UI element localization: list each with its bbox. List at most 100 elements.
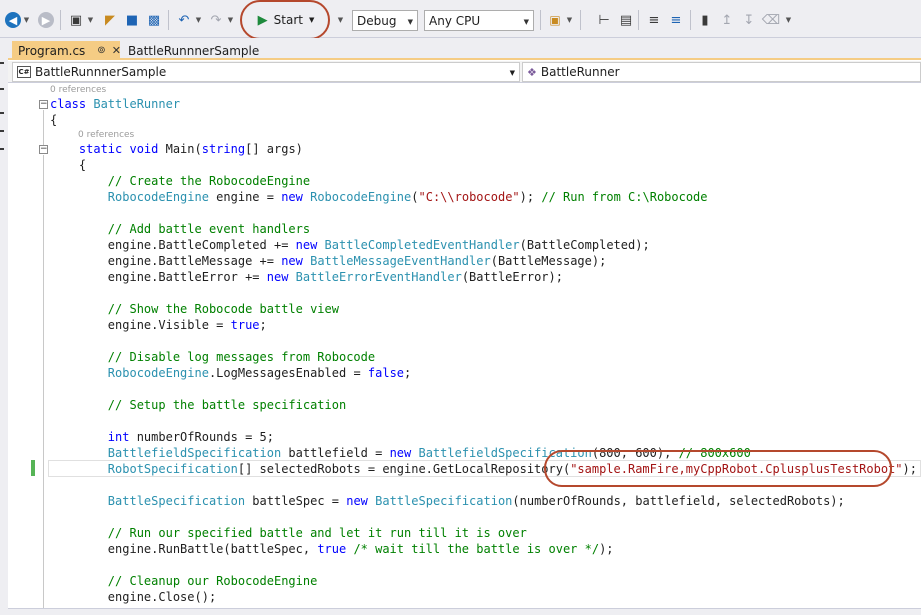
code-token: BattleSpecification — [50, 494, 246, 508]
code-token: BattleErrorEventHandler — [295, 270, 462, 284]
code-line: // Add battle event handlers — [50, 221, 310, 237]
new-project-icon[interactable]: ▣ — [66, 9, 86, 31]
code-line: engine.Visible = true; — [50, 317, 267, 333]
collapse-icon[interactable]: − — [39, 100, 48, 109]
open-file-icon[interactable]: ◤ — [100, 9, 120, 31]
format-icon[interactable]: ▤ — [616, 9, 636, 31]
code-token: // Disable log messages from Robocode — [50, 350, 376, 364]
code-token: // Setup the battle specification — [50, 398, 347, 412]
code-token: engine.BattleCompleted += — [50, 238, 296, 252]
main-toolbar: ◀ ▼ ▶ ▣ ▼ ◤ ■ ▩ ↶ ▼ ↷ ▼ ▶ Start ▼ ▼ Debu… — [0, 0, 921, 40]
code-token: // Show the Robocode battle view — [50, 302, 339, 316]
code-token: { — [50, 158, 87, 172]
tab-label: Program.cs — [18, 43, 86, 58]
code-line: // Show the Robocode battle view — [50, 301, 339, 317]
back-dropdown-icon[interactable]: ▼ — [22, 9, 30, 31]
code-line: // Create the RobocodeEngine — [50, 173, 310, 189]
save-all-icon[interactable]: ▩ — [144, 9, 164, 31]
next-bookmark-icon[interactable]: ↧ — [739, 9, 759, 31]
find-dropdown-icon[interactable]: ▼ — [565, 9, 573, 31]
new-project-dropdown-icon[interactable]: ▼ — [86, 9, 94, 31]
find-icon[interactable]: ▣ — [545, 9, 565, 31]
code-lens-references[interactable]: 0 references — [50, 84, 106, 96]
code-lens-references[interactable]: 0 references — [78, 129, 134, 141]
navigate-icon[interactable]: ⊢ — [594, 9, 614, 31]
code-line: // Setup the battle specification — [50, 397, 346, 413]
project-dropdown[interactable]: C# BattleRunnnerSample ▼ — [12, 62, 520, 82]
configuration-select[interactable]: Debug ▼ — [352, 10, 418, 31]
attach-dropdown-icon[interactable]: ▼ — [335, 9, 345, 31]
code-line: // Cleanup our RobocodeEngine — [50, 573, 318, 589]
class-name: BattleRunner — [540, 65, 620, 79]
close-icon[interactable]: ✕ — [112, 44, 121, 57]
navigation-bar: C# BattleRunnnerSample ▼ ❖ BattleRunner — [8, 61, 921, 83]
code-token: true — [317, 542, 354, 556]
redo-dropdown-icon[interactable]: ▼ — [226, 9, 234, 31]
code-token: /* wait till the battle is over */ — [353, 542, 600, 556]
code-line: // Disable log messages from Robocode — [50, 349, 375, 365]
code-token: ); — [519, 190, 542, 204]
back-icon[interactable]: ◀ — [3, 9, 23, 31]
code-token: { — [50, 113, 58, 127]
class-dropdown[interactable]: ❖ BattleRunner — [522, 62, 921, 82]
code-token: new — [281, 190, 311, 204]
code-token: ; — [259, 318, 267, 332]
code-line: static void Main(string[] args) — [50, 141, 303, 157]
comment-icon[interactable]: ≡ — [644, 9, 664, 31]
code-token: (BattleCompleted); — [519, 238, 650, 252]
code-line: int numberOfRounds = 5; — [50, 429, 274, 445]
code-token: engine.Close(); — [50, 590, 217, 604]
code-line: { — [50, 112, 57, 128]
code-token: string — [201, 142, 246, 156]
code-editor[interactable]: − − 0 references 0 references class Batt… — [8, 84, 921, 615]
project-name: BattleRunnnerSample — [35, 65, 167, 79]
code-line: engine.BattleCompleted += new BattleComp… — [50, 237, 650, 253]
code-token: RobocodeEngine — [310, 190, 412, 204]
chevron-down-icon: ▼ — [523, 18, 529, 26]
save-icon[interactable]: ■ — [122, 9, 142, 31]
forward-icon[interactable]: ▶ — [36, 9, 56, 31]
code-token: .LogMessagesEnabled = — [208, 366, 368, 380]
undo-icon[interactable]: ↶ — [174, 9, 194, 31]
code-token: engine = — [208, 190, 282, 204]
code-token: numberOfRounds = 5; — [136, 430, 274, 444]
code-token: [] selectedRobots = engine.GetLocalRepos… — [237, 462, 571, 476]
code-token: // Cleanup our RobocodeEngine — [50, 574, 318, 588]
redo-icon[interactable]: ↷ — [206, 9, 226, 31]
robots-highlight-annotation — [544, 450, 892, 487]
code-token: (BattleMessage); — [490, 254, 607, 268]
code-token: BattleCompletedEventHandler — [324, 238, 520, 252]
code-token: battlefield = — [281, 446, 390, 460]
undo-dropdown-icon[interactable]: ▼ — [194, 9, 202, 31]
pin-icon[interactable]: ⊚ — [97, 45, 105, 56]
code-line: { — [50, 157, 86, 173]
tab-label: BattleRunnnerSample — [128, 43, 260, 58]
code-token: battleSpec = — [245, 494, 347, 508]
tab-battle-runner-sample[interactable]: BattleRunnnerSample — [122, 41, 259, 60]
code-token: "C:\\robocode" — [418, 190, 520, 204]
platform-select[interactable]: Any CPU ▼ — [424, 10, 534, 31]
code-token: new — [346, 494, 376, 508]
code-token: new — [295, 238, 325, 252]
code-token: ); — [902, 462, 917, 476]
code-line: engine.BattleMessage += new BattleMessag… — [50, 253, 607, 269]
prev-bookmark-icon[interactable]: ↥ — [717, 9, 737, 31]
collapse-icon[interactable]: − — [39, 145, 48, 154]
code-token: false — [367, 366, 405, 380]
code-token: engine.Visible = — [50, 318, 231, 332]
code-token: true — [230, 318, 260, 332]
bookmark-icon[interactable]: ▮ — [695, 9, 715, 31]
code-token: [] args) — [245, 142, 303, 156]
clear-bookmarks-icon[interactable]: ⌫ — [761, 9, 781, 31]
left-tool-strip — [0, 38, 8, 615]
tab-program-cs[interactable]: Program.cs ⊚ ✕ — [12, 41, 121, 60]
code-token: new — [281, 254, 311, 268]
code-token: BattleSpecification — [375, 494, 513, 508]
chevron-down-icon: ▼ — [509, 69, 515, 77]
code-token: RobocodeEngine — [50, 366, 209, 380]
toolbar-overflow-icon[interactable]: ▼ — [783, 9, 793, 31]
code-token: (BattleError); — [461, 270, 563, 284]
code-token: engine.RunBattle(battleSpec, — [50, 542, 318, 556]
csharp-project-icon: C# — [17, 66, 31, 78]
uncomment-icon[interactable]: ≡ — [666, 9, 686, 31]
